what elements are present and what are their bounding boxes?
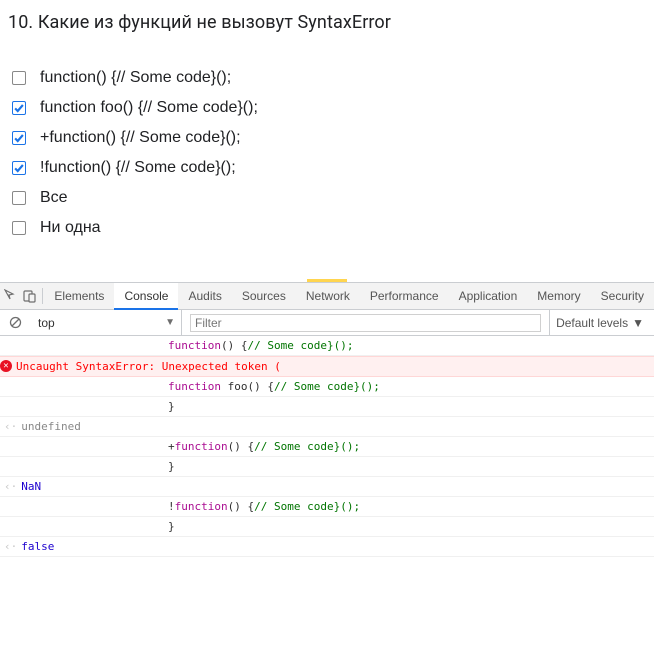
devtools-panel: ElementsConsoleAuditsSourcesNetworkPerfo… <box>0 282 654 557</box>
option-row[interactable]: +function() {// Some code}(); <box>12 129 646 147</box>
separator <box>42 288 43 304</box>
devtools-tab-sources[interactable]: Sources <box>232 283 296 310</box>
console-input-row: function foo() {// Some code}(); <box>0 377 654 397</box>
question-title: 10. Какие из функций не вызовут SyntaxEr… <box>8 12 646 33</box>
devtools-tab-network[interactable]: Network <box>296 283 360 310</box>
option-row[interactable]: Все <box>12 189 646 207</box>
console-code: !function() {// Some code}(); <box>168 498 360 515</box>
option-row[interactable]: function foo() {// Some code}(); <box>12 99 646 117</box>
devtools-tab-console[interactable]: Console <box>114 283 178 310</box>
question-options: function() {// Some code}(); function foo… <box>12 69 646 237</box>
checkbox[interactable] <box>12 101 26 115</box>
inspect-icon[interactable] <box>2 283 21 309</box>
console-code: +function() {// Some code}(); <box>168 438 360 455</box>
option-label: function() {// Some code}(); <box>40 69 231 87</box>
chevron-down-icon: ▼ <box>165 317 175 328</box>
result-value: false <box>21 538 54 555</box>
console-input-continuation: } <box>0 397 654 417</box>
console-error-row: ✕ Uncaught SyntaxError: Unexpected token … <box>0 356 654 377</box>
clear-console-icon[interactable] <box>2 310 28 336</box>
option-label: !function() {// Some code}(); <box>40 159 236 177</box>
console-input-row: !function() {// Some code}(); <box>0 497 654 517</box>
devtools-tab-audits[interactable]: Audits <box>178 283 231 310</box>
option-row[interactable]: function() {// Some code}(); <box>12 69 646 87</box>
log-levels-selector[interactable]: Default levels ▼ <box>549 310 654 335</box>
checkbox[interactable] <box>12 131 26 145</box>
result-marker-icon: ‹· <box>4 478 21 495</box>
checkbox[interactable] <box>12 161 26 175</box>
levels-label: Default levels <box>556 316 628 330</box>
result-value: undefined <box>21 418 81 435</box>
devtools-tab-bar: ElementsConsoleAuditsSourcesNetworkPerfo… <box>0 283 654 310</box>
result-value: NaN <box>21 478 41 495</box>
option-label: function foo() {// Some code}(); <box>40 99 258 117</box>
device-toggle-icon[interactable] <box>21 283 40 309</box>
result-marker-icon: ‹· <box>4 418 21 435</box>
context-selector[interactable]: top ▼ <box>32 310 182 335</box>
filter-input[interactable] <box>190 314 541 332</box>
console-input-continuation: } <box>0 457 654 477</box>
checkbox[interactable] <box>12 191 26 205</box>
question-section: 10. Какие из функций не вызовут SyntaxEr… <box>0 0 654 279</box>
devtools-tab-elements[interactable]: Elements <box>44 283 114 310</box>
error-text: Uncaught SyntaxError: Unexpected token ( <box>16 358 281 375</box>
chevron-down-icon: ▼ <box>632 316 644 330</box>
devtools-tab-memory[interactable]: Memory <box>527 283 590 310</box>
console-result-row: ‹·false <box>0 537 654 557</box>
checkbox[interactable] <box>12 221 26 235</box>
devtools-tab-security[interactable]: Security <box>591 283 654 310</box>
console-input-row: function() {// Some code}(); <box>0 336 654 356</box>
devtools-tab-application[interactable]: Application <box>449 283 528 310</box>
option-label: Ни одна <box>40 219 101 237</box>
checkbox[interactable] <box>12 71 26 85</box>
option-row[interactable]: Ни одна <box>12 219 646 237</box>
console-code: function() {// Some code}(); <box>168 337 353 354</box>
error-icon: ✕ <box>0 360 12 372</box>
context-label: top <box>38 316 55 330</box>
console-result-row: ‹·NaN <box>0 477 654 497</box>
console-result-row: ‹·undefined <box>0 417 654 437</box>
option-label: Все <box>40 189 68 207</box>
console-input-continuation: } <box>0 517 654 537</box>
devtools-tab-performance[interactable]: Performance <box>360 283 449 310</box>
option-row[interactable]: !function() {// Some code}(); <box>12 159 646 177</box>
console-code: function foo() {// Some code}(); <box>168 378 380 395</box>
option-label: +function() {// Some code}(); <box>40 129 241 147</box>
console-output: function() {// Some code}(); ✕ Uncaught Sy… <box>0 336 654 557</box>
result-marker-icon: ‹· <box>4 538 21 555</box>
console-input-row: +function() {// Some code}(); <box>0 437 654 457</box>
console-toolbar: top ▼ Default levels ▼ <box>0 310 654 336</box>
